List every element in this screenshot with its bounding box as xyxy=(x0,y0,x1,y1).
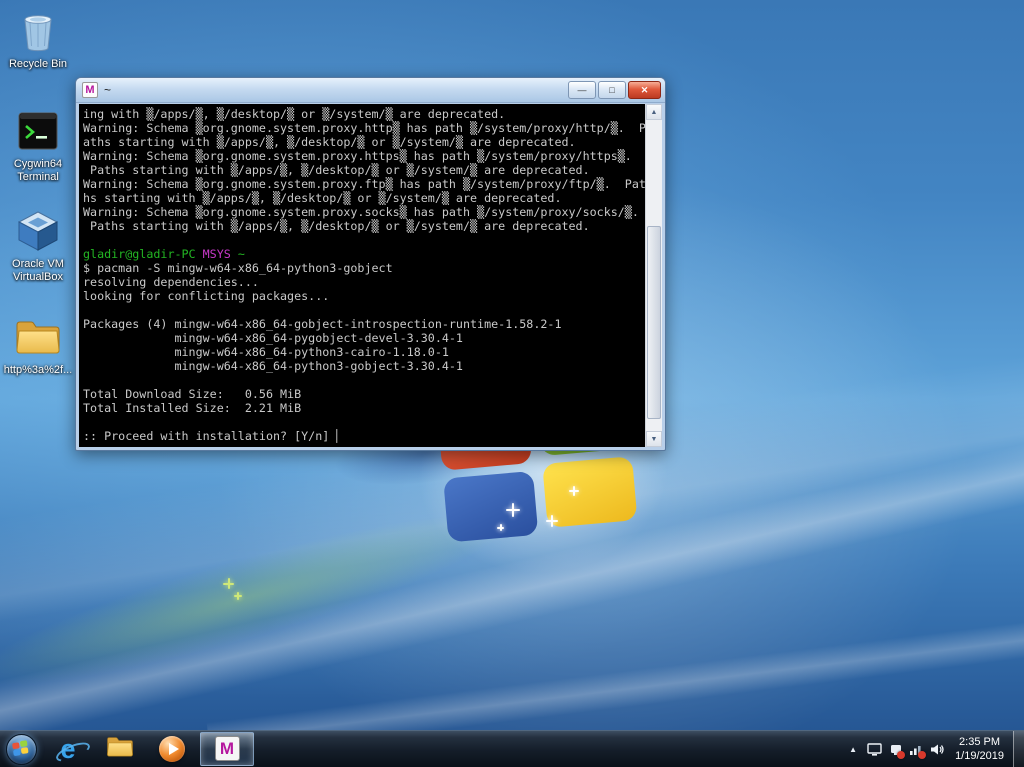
scrollbar-track[interactable] xyxy=(646,120,662,431)
sparkle-icon xyxy=(569,486,579,496)
media-player-icon xyxy=(159,736,185,762)
sparkle-icon xyxy=(506,503,520,517)
close-button[interactable]: ✕ xyxy=(628,81,661,99)
taskbar-explorer-button[interactable] xyxy=(94,731,146,767)
scroll-down-button[interactable]: ▼ xyxy=(646,431,662,447)
sparkle-icon xyxy=(546,515,558,527)
flag-blue-pane xyxy=(443,471,538,543)
clock-date: 1/19/2019 xyxy=(955,749,1004,763)
folder-icon xyxy=(2,312,74,362)
scrollbar-thumb[interactable] xyxy=(647,226,661,419)
taskbar-msys-button[interactable]: M xyxy=(200,732,254,766)
tray-alert-badge xyxy=(918,751,926,759)
desktop-icon-label: http%3a%2f... xyxy=(2,364,74,377)
desktop-icon-recycle-bin[interactable]: Recycle Bin xyxy=(2,6,74,71)
internet-explorer-icon: e xyxy=(60,736,75,763)
terminal-output[interactable]: ing with ▒/apps/▒, ▒/desktop/▒ or ▒/syst… xyxy=(79,104,645,447)
taskbar-internet-explorer-button[interactable]: e xyxy=(42,731,94,767)
desktop-icon-virtualbox[interactable]: Oracle VM VirtualBox xyxy=(2,206,74,284)
system-tray: ▲ xyxy=(842,731,1024,767)
window-title: ~ xyxy=(104,83,568,97)
taskbar-clock[interactable]: 2:35 PM 1/19/2019 xyxy=(948,735,1013,763)
tray-volume-icon[interactable] xyxy=(927,731,948,767)
window-titlebar[interactable]: M ~ — □ ✕ xyxy=(76,78,665,103)
cygwin-terminal-icon xyxy=(2,106,74,156)
sparkle-icon xyxy=(223,578,234,589)
desktop-icon-label: Recycle Bin xyxy=(2,58,74,71)
maximize-button[interactable]: □ xyxy=(598,81,626,99)
minimize-button[interactable]: — xyxy=(568,81,596,99)
tray-chevron-up-icon[interactable]: ▲ xyxy=(842,745,864,754)
virtualbox-icon xyxy=(2,206,74,256)
sparkle-icon xyxy=(497,524,504,531)
desktop-icon-http-folder[interactable]: http%3a%2f... xyxy=(2,312,74,377)
show-desktop-button[interactable] xyxy=(1013,731,1024,767)
msys-window-icon: M xyxy=(82,82,98,98)
msys-icon: M xyxy=(215,736,240,761)
tray-network-icon[interactable] xyxy=(906,731,927,767)
scroll-up-button[interactable]: ▲ xyxy=(646,104,662,120)
clock-time: 2:35 PM xyxy=(955,735,1004,749)
terminal-scrollbar[interactable]: ▲ ▼ xyxy=(645,104,662,447)
taskbar: e M ▲ xyxy=(0,730,1024,767)
desktop-icon-label: Oracle VM VirtualBox xyxy=(2,258,74,284)
folder-icon xyxy=(105,734,135,764)
tray-alert-badge xyxy=(897,751,905,759)
desktop-icon-cygwin64-terminal[interactable]: Cygwin64 Terminal xyxy=(2,106,74,184)
start-button[interactable] xyxy=(0,731,42,767)
sparkle-icon xyxy=(234,592,242,600)
tray-display-icon[interactable] xyxy=(864,731,885,767)
recycle-bin-icon xyxy=(2,6,74,56)
windows-start-orb-icon xyxy=(6,734,37,765)
tray-device-icon[interactable] xyxy=(885,731,906,767)
msys-terminal-window: M ~ — □ ✕ ing with ▒/apps/▒, ▒/desktop/▒… xyxy=(75,77,666,451)
desktop-icon-label: Cygwin64 Terminal xyxy=(2,158,74,184)
taskbar-media-player-button[interactable] xyxy=(146,731,198,767)
